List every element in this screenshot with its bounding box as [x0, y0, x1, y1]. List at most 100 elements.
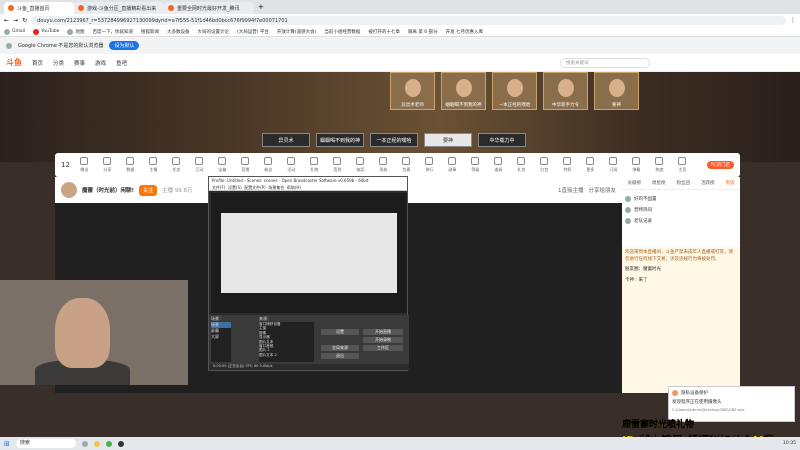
gift-item[interactable]: 分享: [99, 157, 116, 173]
list-item[interactable]: 普特鸡同: [625, 204, 737, 215]
bookmark-item[interactable]: 当前小组经营数据: [324, 29, 360, 35]
bookmark-item[interactable]: (大局运营) 平台: [237, 29, 269, 35]
avatar[interactable]: [61, 182, 77, 198]
bookmark-item[interactable]: 隔离 第 6 部分: [408, 29, 438, 35]
global-sources-button[interactable]: 全局来源: [321, 345, 359, 351]
list-item[interactable]: 老队记录: [625, 215, 737, 226]
obs-menu-profile[interactable]: 配置文件(P): [244, 185, 266, 190]
chrome-icon[interactable]: [105, 440, 112, 447]
bookmark-item[interactable]: Gmail: [4, 28, 25, 35]
taskview-icon[interactable]: [81, 440, 88, 447]
gift-item[interactable]: 订阅: [605, 157, 622, 173]
browser-tab[interactable]: 重要全网时光最好开发_腾讯: [164, 2, 254, 14]
gift-item[interactable]: 更多: [582, 157, 599, 173]
tab-contribution[interactable]: 贡献榜: [628, 180, 642, 186]
gift-item[interactable]: 排行: [421, 157, 438, 173]
set-default-button[interactable]: 设为默认: [109, 41, 140, 50]
gift-item[interactable]: 任务: [168, 157, 185, 173]
gift-item[interactable]: 道具: [490, 157, 507, 173]
gift-item[interactable]: 特权: [559, 157, 576, 173]
banner-thumb[interactable]: 蝈蝈喝不到我的神: [441, 72, 486, 110]
obs-icon[interactable]: [117, 440, 124, 447]
gift-item[interactable]: 签到: [329, 157, 346, 173]
menu-icon[interactable]: ⋮: [790, 17, 796, 24]
explorer-icon[interactable]: [93, 440, 100, 447]
scene-item[interactable]: 大屏: [211, 334, 231, 340]
back-icon[interactable]: ←: [4, 17, 9, 24]
gift-item[interactable]: 包裹: [398, 157, 415, 173]
url-input[interactable]: douyu.com/2123967_r=537284996927130099dy…: [31, 16, 786, 25]
start-record-button[interactable]: 开始录制: [363, 337, 403, 343]
windows-start-icon[interactable]: ⊞: [4, 440, 10, 448]
bookmark-item[interactable]: 大多数设备: [167, 29, 190, 35]
exit-button[interactable]: 退出: [321, 353, 359, 359]
obs-menu-file[interactable]: 文件(F): [212, 185, 225, 190]
taskbar-search[interactable]: 搜索: [15, 439, 76, 448]
nav-categories[interactable]: 分类: [53, 59, 64, 67]
banner-thumb[interactable]: 中华新手力令: [543, 72, 588, 110]
site-search-input[interactable]: 搜索关键词: [560, 58, 650, 68]
gift-item[interactable]: 礼包: [513, 157, 530, 173]
bookmark-item[interactable]: 地图: [67, 28, 84, 35]
nav-home[interactable]: 首页: [32, 59, 43, 67]
obs-menu-settings[interactable]: 设置(S): [228, 185, 242, 190]
bookmark-item[interactable]: 大局的设置计论: [197, 29, 229, 35]
gift-item[interactable]: 竞猜: [237, 157, 254, 173]
bookmark-item[interactable]: 开放计算(遥感大会): [277, 29, 317, 35]
bookmark-item[interactable]: 百度一下，你就知道: [92, 29, 133, 35]
gift-item[interactable]: 弹幕: [628, 157, 645, 173]
start-stream-button[interactable]: 开始直播: [363, 329, 403, 335]
gift-item[interactable]: 勋章: [444, 157, 461, 173]
gift-item[interactable]: 抽奖: [352, 157, 369, 173]
tab-weekly[interactable]: 周星榜: [652, 180, 666, 186]
nav-fishbar[interactable]: 鱼吧: [116, 59, 127, 67]
workspace-button[interactable]: 工作区: [363, 345, 403, 351]
gift-item[interactable]: 红包: [536, 157, 553, 173]
category-button[interactable]: 一本正经的嘿哈: [370, 133, 418, 147]
side-action[interactable]: 1直接主播: [558, 186, 584, 194]
bookmark-item[interactable]: 被打开的十七章: [368, 29, 400, 35]
gift-item[interactable]: 粉丝: [260, 157, 277, 173]
list-item[interactable]: 好鸡不固置: [625, 193, 737, 204]
banner-thumb[interactable]: 一本正经的嘿哈: [492, 72, 537, 110]
douyu-logo[interactable]: 斗鱼: [6, 57, 22, 68]
nav-events[interactable]: 赛事: [74, 59, 85, 67]
new-tab-icon[interactable]: +: [258, 3, 264, 11]
tab-noble[interactable]: 贵族: [726, 180, 735, 186]
gift-item[interactable]: 贵族: [375, 157, 392, 173]
bookmark-item[interactable]: 搜狐新闻: [141, 29, 159, 35]
gift-item[interactable]: 主页: [674, 157, 691, 173]
forward-icon[interactable]: →: [13, 17, 18, 24]
tab-fans[interactable]: 粉丝团: [677, 180, 691, 186]
share-button[interactable]: 分享给朋友: [588, 186, 616, 194]
gift-item[interactable]: 活动: [283, 157, 300, 173]
gift-item[interactable]: 主播: [145, 157, 162, 173]
source-item[interactable]: 图片文本 2: [259, 353, 314, 357]
follow-button[interactable]: 关注: [139, 184, 158, 196]
bookmark-item[interactable]: YouTube: [33, 28, 59, 35]
browser-tab[interactable]: 游戏-斗鱼分区_直播精彩看出来: [74, 2, 164, 14]
banner-thumb[interactable]: 异灵术老师: [390, 72, 435, 110]
notify-title: 隐私设备保护: [681, 391, 708, 396]
obs-settings-button[interactable]: 设置: [321, 329, 359, 335]
category-button[interactable]: 异灵术: [262, 133, 310, 147]
gift-item[interactable]: 宝箱: [214, 157, 231, 173]
obs-menu-scenes[interactable]: 场景集合: [268, 185, 284, 190]
banner-thumb[interactable]: 要神: [594, 72, 639, 110]
pc-button[interactable]: PC新门店: [706, 161, 734, 169]
category-button[interactable]: 中华载力中: [478, 133, 526, 147]
gift-item[interactable]: 赠送: [76, 157, 93, 173]
category-button[interactable]: 蝈蝈喝不到我的神: [316, 133, 364, 147]
nav-games[interactable]: 游戏: [95, 59, 106, 67]
browser-tab[interactable]: 斗鱼_直播首页: [4, 2, 74, 14]
bookmark-item[interactable]: 开发 七月优惠入库: [446, 29, 483, 35]
gift-item[interactable]: 礼物: [306, 157, 323, 173]
gift-item[interactable]: 互动: [191, 157, 208, 173]
tab-active[interactable]: 活跃榜: [701, 180, 715, 186]
category-button[interactable]: 要神: [424, 133, 472, 147]
reload-icon[interactable]: ↻: [22, 17, 27, 24]
gift-item[interactable]: 等级: [467, 157, 484, 173]
obs-menu-help[interactable]: 帮助(H): [287, 185, 301, 190]
gift-item[interactable]: 数据: [122, 157, 139, 173]
gift-item[interactable]: 热度: [651, 157, 668, 173]
